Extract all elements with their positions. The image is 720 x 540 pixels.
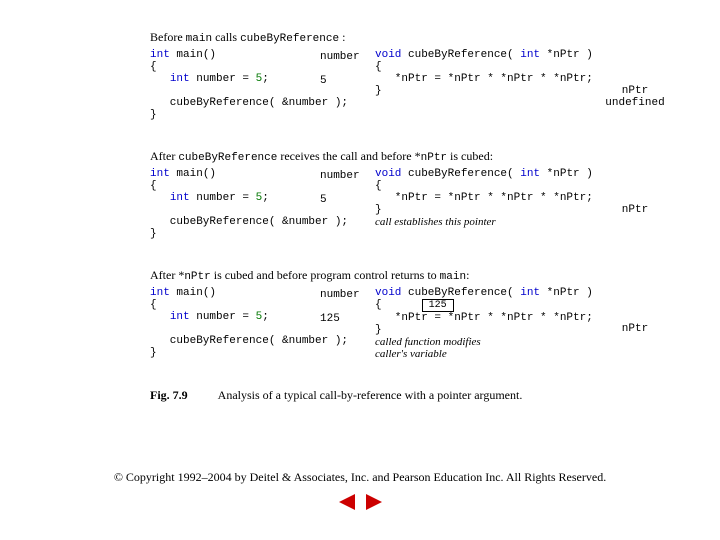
stage-before: Before main calls cubeByReference : int …	[150, 30, 670, 121]
func-code: cubeByReference	[240, 33, 339, 45]
number-block: number 5	[320, 49, 375, 87]
nptr-code: nPtr	[421, 152, 447, 164]
colon: :	[342, 30, 345, 44]
stage-after-call: After cubeByReference receives the call …	[150, 149, 670, 240]
number-block2: number 5	[320, 168, 375, 206]
prev-arrow-icon[interactable]	[337, 493, 357, 511]
receives-word: receives the call and before *	[280, 149, 420, 163]
mid-word: is cubed and before program control retu…	[214, 268, 440, 282]
result-box: 125	[422, 299, 454, 312]
after-word3: After *	[150, 268, 184, 282]
main-code: main	[186, 33, 212, 45]
note-establishes: call establishes this pointer	[375, 216, 605, 228]
ptr-block2: nPtr	[605, 168, 665, 216]
stage1-header: Before main calls cubeByReference :	[150, 30, 670, 45]
caption-label: Fig. 7.9	[150, 388, 188, 402]
number-block3: number 125	[320, 287, 375, 325]
ptr-block: nPtr undefined	[605, 49, 665, 109]
main-code3: main	[440, 271, 466, 283]
figure-caption: Fig. 7.9 Analysis of a typical call-by-re…	[150, 388, 670, 403]
after-word: After	[150, 149, 178, 163]
nav-buttons	[0, 493, 720, 515]
colon3: :	[466, 268, 469, 282]
func-code2: cubeByReference	[178, 152, 277, 164]
note-modifies2: caller's variable	[375, 348, 605, 360]
calls-word: calls	[215, 30, 240, 44]
ptr-block3: nPtr	[605, 287, 665, 335]
func-code-block2: void cubeByReference( int *nPtr ) { *nPt…	[375, 168, 605, 228]
main-code-block2: int main() { int number = 5; cubeByRefer…	[150, 168, 320, 240]
copyright-text: © Copyright 1992–2004 by Deitel & Associ…	[0, 470, 720, 485]
page-content: Before main calls cubeByReference : int …	[0, 0, 720, 403]
cubed-word: is cubed:	[450, 149, 493, 163]
func-code-block: void cubeByReference( int *nPtr ) { *nPt…	[375, 49, 605, 97]
main-code-block: int main() { int number = 5; cubeByRefer…	[150, 49, 320, 121]
stage2-header: After cubeByReference receives the call …	[150, 149, 670, 164]
before-word: Before	[150, 30, 183, 44]
caption-text: Analysis of a typical call-by-reference …	[218, 388, 523, 402]
stage3-header: After *nPtr is cubed and before program …	[150, 268, 670, 283]
func-code-block3: void cubeByReference( int *nPtr ) {125 *…	[375, 287, 605, 360]
next-arrow-icon[interactable]	[364, 493, 384, 511]
note-modifies1: called function modifies	[375, 336, 605, 348]
nptr-code3: nPtr	[184, 271, 210, 283]
stage-after-cube: After *nPtr is cubed and before program …	[150, 268, 670, 360]
main-code-block3: int main() { int number = 5; cubeByRefer…	[150, 287, 320, 359]
